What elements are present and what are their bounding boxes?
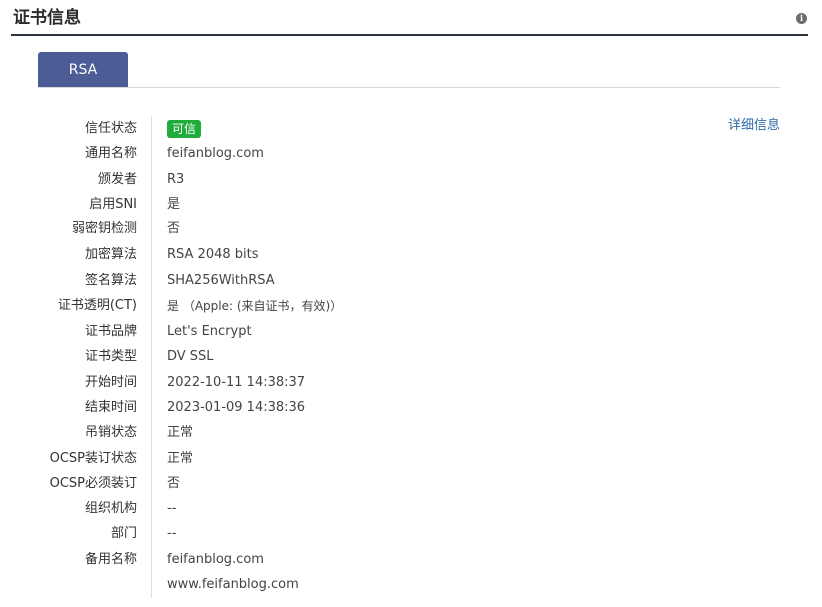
row-value: Let's Encrypt: [167, 324, 252, 339]
row-certificate-transparency: 证书透明(CT) 是 （Apple: (来自证书，有效)）: [0, 296, 822, 316]
row-value: feifanblog.com: [167, 552, 264, 567]
row-value: 正常: [167, 451, 194, 466]
row-label: 启用SNI: [89, 197, 137, 212]
row-value: --: [167, 526, 177, 541]
row-organization: 组织机构 --: [0, 499, 822, 519]
row-ocsp-stapling: OCSP装订状态 正常: [0, 449, 822, 469]
row-label: OCSP必须装订: [49, 476, 137, 491]
tabs-bar: RSA: [38, 52, 780, 88]
row-label: 签名算法: [84, 273, 137, 288]
row-value: RSA 2048 bits: [167, 247, 259, 262]
row-label: 结束时间: [84, 400, 137, 415]
row-label: 开始时间: [84, 375, 137, 390]
row-value: 2022-10-11 14:38:37: [167, 375, 306, 390]
row-value: R3: [167, 172, 185, 187]
row-alt-names-continued: www.feifanblog.com: [0, 575, 822, 595]
row-label: 弱密钥检测: [71, 221, 137, 236]
row-value: SHA256WithRSA: [167, 273, 275, 288]
info-icon[interactable]: i: [796, 13, 807, 24]
row-value: feifanblog.com: [167, 146, 264, 161]
row-value: DV SSL: [167, 349, 214, 364]
row-value: 可信: [167, 119, 202, 140]
row-label: 颁发者: [97, 172, 137, 187]
row-signature-algorithm: 签名算法 SHA256WithRSA: [0, 271, 822, 291]
section-header: 证书信息 i: [11, 0, 808, 36]
row-end-time: 结束时间 2023-01-09 14:38:36: [0, 398, 822, 418]
row-issuer: 颁发者 R3: [0, 170, 822, 190]
tab-rsa[interactable]: RSA: [38, 52, 128, 87]
row-label: 组织机构: [84, 501, 137, 516]
row-revocation-status: 吊销状态 正常: [0, 423, 822, 443]
row-department: 部门 --: [0, 524, 822, 544]
trust-status-badge: 可信: [167, 120, 202, 138]
row-encryption-algorithm: 加密算法 RSA 2048 bits: [0, 245, 822, 265]
row-value: 正常: [167, 425, 194, 440]
row-label: 证书品牌: [84, 324, 137, 339]
row-label: 信任状态: [84, 121, 137, 136]
row-label: 吊销状态: [84, 425, 137, 440]
row-value: 2023-01-09 14:38:36: [167, 400, 306, 415]
row-label: 证书类型: [84, 349, 137, 364]
row-weak-key: 弱密钥检测 否: [0, 219, 822, 239]
row-trust-status: 信任状态 可信: [0, 119, 822, 139]
row-value: --: [167, 501, 177, 516]
row-ocsp-must-staple: OCSP必须装订 否: [0, 474, 822, 494]
row-cert-type: 证书类型 DV SSL: [0, 347, 822, 367]
row-label: 通用名称: [84, 146, 137, 161]
row-brand: 证书品牌 Let's Encrypt: [0, 322, 822, 342]
row-value: 否: [167, 476, 181, 491]
row-label: OCSP装订状态: [49, 451, 137, 466]
row-value: 是 （Apple: (来自证书，有效)）: [167, 299, 343, 313]
row-label: 加密算法: [84, 247, 137, 262]
row-label: 部门: [110, 526, 137, 541]
row-label: 证书透明(CT): [57, 298, 137, 313]
row-start-time: 开始时间 2022-10-11 14:38:37: [0, 373, 822, 393]
row-label: 备用名称: [84, 552, 137, 567]
row-common-name: 通用名称 feifanblog.com: [0, 144, 822, 164]
row-alt-names: 备用名称 feifanblog.com: [0, 550, 822, 570]
page-title: 证书信息: [13, 8, 81, 28]
row-value: 否: [167, 221, 181, 236]
row-sni: 启用SNI 是: [0, 195, 822, 215]
row-value: www.feifanblog.com: [167, 577, 299, 592]
row-value: 是: [167, 197, 181, 212]
